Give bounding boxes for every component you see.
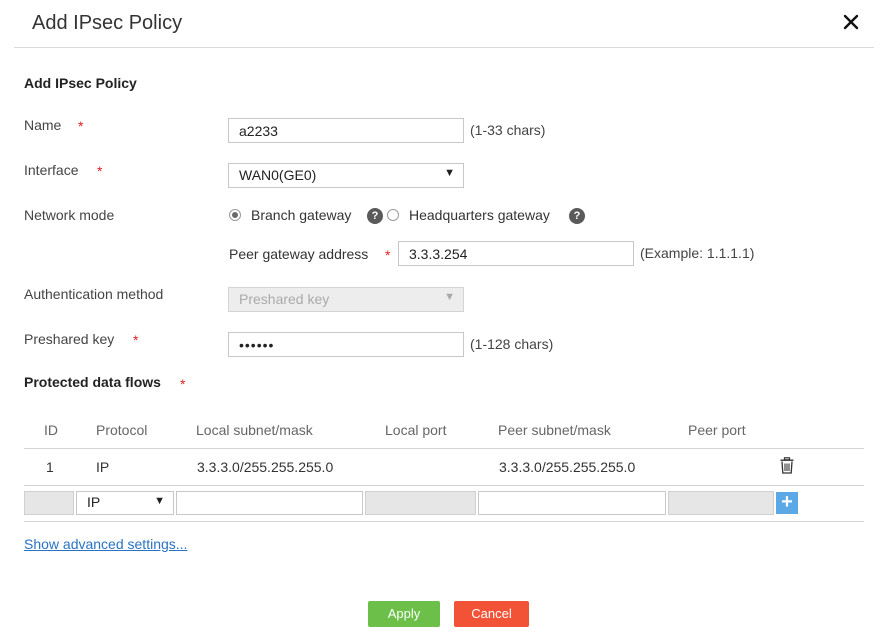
- auth-method-label: Authentication method: [24, 286, 164, 302]
- section-title: Add IPsec Policy: [24, 75, 137, 91]
- required-mark: *: [78, 118, 84, 134]
- new-row-protocol-value: IP: [87, 494, 101, 510]
- peer-gateway-hint: (Example: 1.1.1.1): [640, 245, 755, 261]
- delete-row-button[interactable]: [779, 457, 795, 474]
- chevron-down-icon: ▼: [444, 291, 455, 303]
- radio-branch-gateway[interactable]: [229, 209, 241, 221]
- col-peer-port: Peer port: [688, 422, 746, 438]
- radio-headquarters-gateway[interactable]: [387, 209, 399, 221]
- name-input[interactable]: [228, 118, 464, 143]
- header-divider: [14, 47, 874, 48]
- help-icon[interactable]: ?: [569, 208, 585, 224]
- close-button[interactable]: [841, 12, 861, 32]
- new-row-local-subnet-input[interactable]: [176, 491, 363, 515]
- row-id: 1: [46, 459, 54, 475]
- headquarters-gateway-label: Headquarters gateway: [409, 207, 550, 223]
- plus-icon: +: [781, 491, 793, 513]
- trash-icon: [780, 457, 794, 474]
- table-divider: [24, 448, 864, 449]
- preshared-key-input[interactable]: [228, 332, 464, 357]
- col-peer-subnet: Peer subnet/mask: [498, 422, 611, 438]
- required-mark: *: [180, 376, 186, 392]
- show-advanced-settings-link[interactable]: Show advanced settings...: [24, 536, 187, 552]
- required-mark: *: [133, 332, 139, 348]
- chevron-down-icon: ▼: [154, 495, 165, 507]
- interface-label: Interface: [24, 162, 79, 178]
- new-row-local-port-cell: [365, 491, 476, 515]
- name-hint: (1-33 chars): [470, 122, 546, 138]
- interface-select[interactable]: WAN0(GE0) ▼: [228, 163, 464, 188]
- required-mark: *: [97, 163, 103, 179]
- apply-button[interactable]: Apply: [368, 601, 440, 627]
- col-id: ID: [44, 422, 58, 438]
- table-divider: [24, 485, 864, 486]
- flows-title: Protected data flows: [24, 374, 161, 390]
- cancel-button[interactable]: Cancel: [454, 601, 529, 627]
- new-row-protocol-select[interactable]: IP ▼: [76, 491, 174, 515]
- peer-gateway-input[interactable]: [398, 241, 634, 266]
- branch-gateway-label: Branch gateway: [251, 207, 352, 223]
- close-icon: [843, 14, 859, 30]
- auth-method-value: Preshared key: [239, 291, 330, 307]
- required-mark: *: [385, 247, 391, 263]
- chevron-down-icon: ▼: [444, 167, 455, 179]
- table-divider: [24, 521, 864, 522]
- network-mode-label: Network mode: [24, 207, 115, 223]
- interface-select-value: WAN0(GE0): [239, 167, 317, 183]
- add-row-button[interactable]: +: [776, 492, 798, 514]
- col-protocol: Protocol: [96, 422, 148, 438]
- col-local-port: Local port: [385, 422, 447, 438]
- preshared-key-label: Preshared key: [24, 331, 115, 347]
- new-row-id-cell: [24, 491, 74, 515]
- help-icon[interactable]: ?: [367, 208, 383, 224]
- row-peer-subnet: 3.3.3.0/255.255.255.0: [499, 459, 636, 475]
- new-row-peer-subnet-input[interactable]: [478, 491, 666, 515]
- col-local-subnet: Local subnet/mask: [196, 422, 313, 438]
- peer-gateway-label: Peer gateway address: [229, 246, 369, 262]
- name-label: Name: [24, 117, 62, 133]
- new-row-peer-port-cell: [668, 491, 774, 515]
- dialog-title: Add IPsec Policy: [32, 12, 183, 34]
- row-local-subnet: 3.3.3.0/255.255.255.0: [197, 459, 334, 475]
- row-protocol: IP: [96, 459, 110, 475]
- auth-method-select: Preshared key ▼: [228, 287, 464, 312]
- preshared-key-hint: (1-128 chars): [470, 336, 554, 352]
